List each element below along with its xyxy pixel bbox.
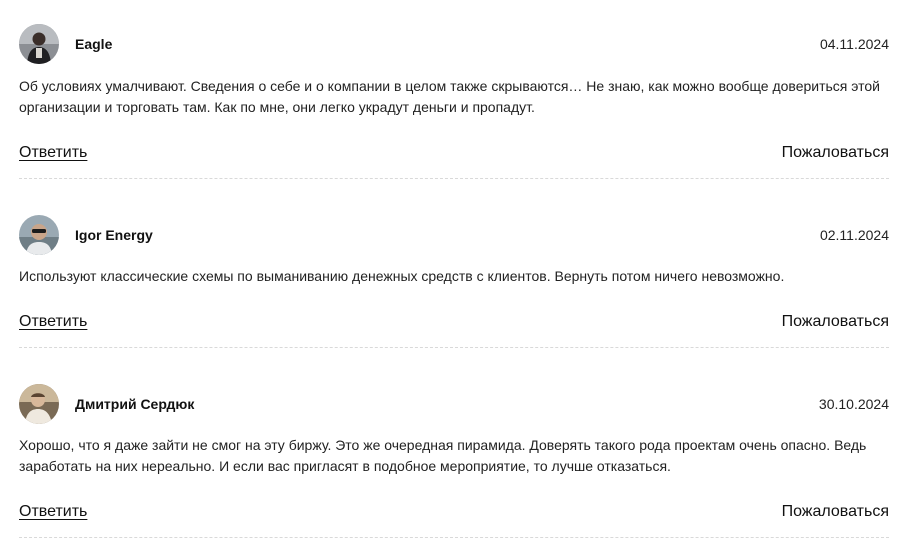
comment-header: Eagle 04.11.2024 xyxy=(19,24,889,64)
comment-date: 04.11.2024 xyxy=(819,36,889,52)
comment-author: Eagle xyxy=(75,36,113,52)
comment-actions: Ответить Пожаловаться xyxy=(19,144,889,162)
comment-item: Igor Energy 02.11.2024 Используют класси… xyxy=(19,179,889,348)
comment-text: Хорошо, что я даже зайти не смог на эту … xyxy=(19,437,867,474)
user-photo-avatar-icon xyxy=(19,24,59,64)
user-photo-avatar-icon xyxy=(19,215,59,255)
comment-author: Igor Energy xyxy=(75,227,153,243)
comment-item: Eagle 04.11.2024 Об условиях умалчивают.… xyxy=(19,0,889,179)
reply-link[interactable]: Ответить xyxy=(19,144,87,162)
reply-link[interactable]: Ответить xyxy=(19,503,87,521)
comment-actions: Ответить Пожаловаться xyxy=(19,503,889,521)
comment-text: Об условиях умалчивают. Сведения о себе … xyxy=(19,78,880,115)
avatar[interactable] xyxy=(19,215,59,255)
comment-author: Дмитрий Сердюк xyxy=(75,396,195,412)
comment-header: Igor Energy 02.11.2024 xyxy=(19,215,889,255)
comment-text: Используют классические схемы по выманив… xyxy=(19,268,785,284)
report-link[interactable]: Пожаловаться xyxy=(782,503,889,521)
comment-item: Дмитрий Сердюк 30.10.2024 Хорошо, что я … xyxy=(19,348,889,538)
user-photo-avatar-icon xyxy=(19,384,59,424)
comment-actions: Ответить Пожаловаться xyxy=(19,313,889,331)
report-link[interactable]: Пожаловаться xyxy=(782,144,889,162)
comments-list: Eagle 04.11.2024 Об условиях умалчивают.… xyxy=(19,0,889,538)
comment-header: Дмитрий Сердюк 30.10.2024 xyxy=(19,384,889,424)
comment-date: 30.10.2024 xyxy=(818,396,889,412)
reply-link[interactable]: Ответить xyxy=(19,313,87,331)
avatar[interactable] xyxy=(19,24,59,64)
avatar[interactable] xyxy=(19,384,59,424)
comment-date: 02.11.2024 xyxy=(819,227,889,243)
report-link[interactable]: Пожаловаться xyxy=(782,313,889,331)
